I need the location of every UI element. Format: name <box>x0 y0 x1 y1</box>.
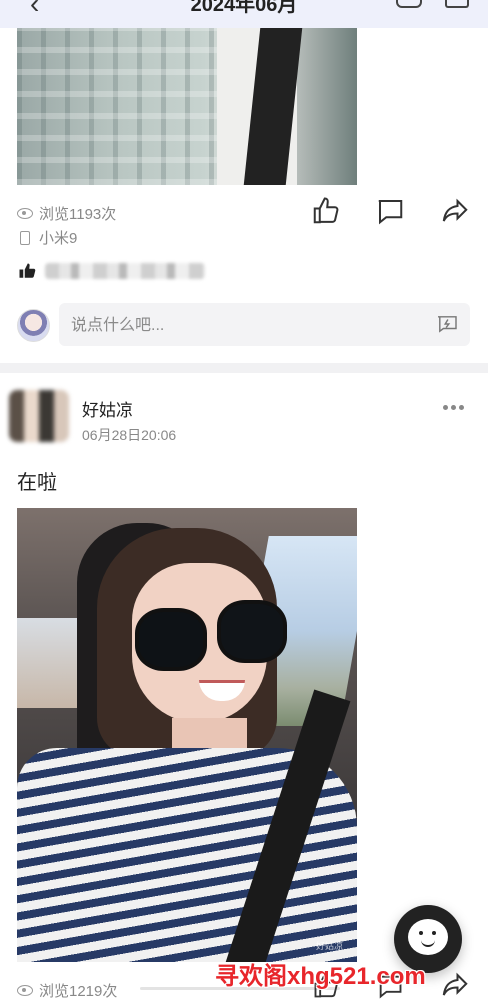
device-info: 小米9 <box>17 227 77 248</box>
avatar <box>17 309 50 342</box>
view-count-text: 浏览1193次 <box>39 206 117 223</box>
phone-icon <box>20 230 30 245</box>
top-bar: ‹ 2024年06月 <box>0 0 488 28</box>
post-image[interactable] <box>17 28 357 185</box>
share-button[interactable] <box>438 970 472 1000</box>
comment-icon <box>378 200 403 225</box>
image-watermark: 好姑凉 <box>315 941 343 951</box>
post-text: 在啦 <box>17 472 57 494</box>
mascot-icon <box>408 919 448 955</box>
liked-users-blurred <box>45 263 205 279</box>
site-watermark: 寻欢阁xhg521.com <box>215 963 426 990</box>
more-options-icon[interactable] <box>443 405 464 410</box>
share-icon <box>442 972 468 996</box>
user-avatar[interactable] <box>9 390 69 442</box>
share-icon <box>442 198 468 222</box>
comment-button[interactable] <box>373 196 407 226</box>
view-count: 浏览1193次 <box>17 203 116 224</box>
quick-reply-icon[interactable] <box>436 315 458 333</box>
comment-input-box[interactable] <box>59 303 470 348</box>
post-image[interactable]: 好姑凉 <box>17 508 357 962</box>
eye-icon <box>17 208 33 219</box>
image-detail <box>135 608 207 671</box>
eye-icon <box>17 985 33 996</box>
like-button[interactable] <box>309 196 343 226</box>
thumbs-up-icon <box>313 197 339 224</box>
share-button[interactable] <box>438 196 472 226</box>
liked-by-row <box>17 262 205 280</box>
username[interactable]: 好姑凉 <box>82 396 133 421</box>
device-text: 小米9 <box>39 230 78 247</box>
image-detail <box>217 600 287 663</box>
view-count: 浏览1219次 <box>17 980 117 1001</box>
post-divider <box>0 363 488 373</box>
image-detail <box>17 28 217 185</box>
calendar-icon[interactable] <box>445 0 469 8</box>
thumbs-up-icon <box>19 263 36 278</box>
comment-input[interactable] <box>69 303 423 348</box>
shield-icon[interactable] <box>396 0 422 8</box>
view-count-text: 浏览1219次 <box>39 983 118 1000</box>
post-time: 06月28日20:06 <box>82 427 177 443</box>
